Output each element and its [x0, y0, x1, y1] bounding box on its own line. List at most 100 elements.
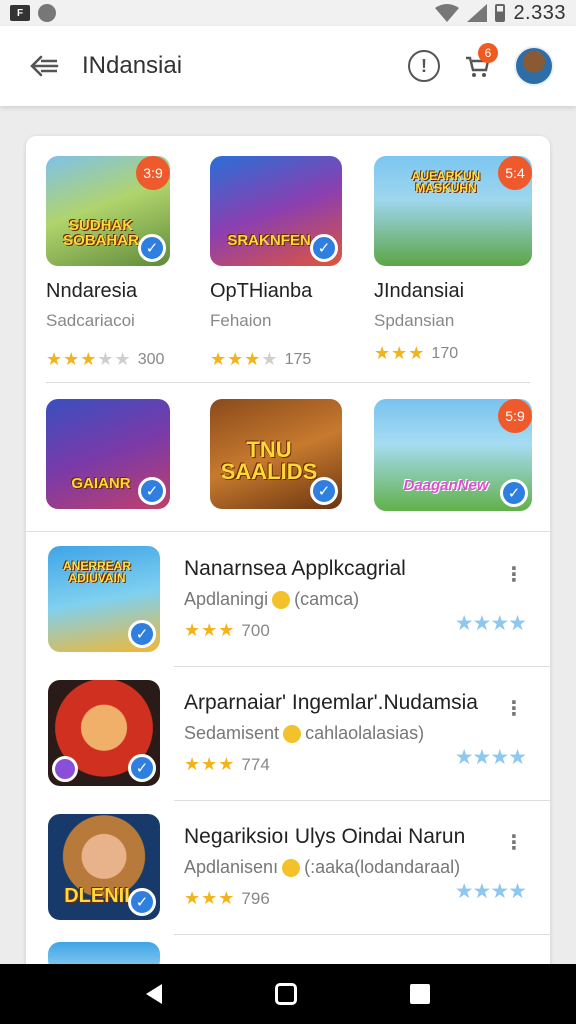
- coin-icon: [282, 859, 301, 878]
- wifi-icon: [435, 4, 460, 22]
- rating-count: 796: [241, 888, 270, 908]
- app-category: (:aaka(lodandaraal): [304, 857, 461, 877]
- grid-row-1: 3:9 SUDHAK SOBAHAR ✓ Nndaresia Sadcariac…: [46, 156, 532, 370]
- app-thumbnail[interactable]: SRAKNFEN ✓: [210, 156, 342, 266]
- notification-icon: F: [10, 5, 30, 21]
- rating-count: 175: [284, 350, 312, 368]
- more-options-icon[interactable]: ⋮: [504, 830, 524, 855]
- list-item[interactable]: ANERREAR ADIUVAIN ✓ Nanarnsea Applkcagri…: [26, 532, 550, 666]
- app-thumbnail[interactable]: 5:9 DaaganNew ✓: [374, 399, 532, 511]
- thumbnail-caption: AUEARKUN MASKUHN: [411, 169, 481, 195]
- star-rating-icon: ★★★: [184, 754, 236, 774]
- thumbnail-caption: SUDHAK SOBAHAR: [63, 217, 139, 249]
- count-badge: 3:9: [136, 156, 170, 190]
- rating-count: 300: [137, 350, 165, 368]
- app-subtitle: Sadcariacoi: [46, 311, 135, 330]
- grid-app-card[interactable]: 5:4 AUEARKUN MASKUHN JIndansiai Spdansia…: [374, 156, 532, 370]
- status-bar: F 2.333: [0, 0, 576, 26]
- cart-button[interactable]: 6: [458, 43, 498, 85]
- list-item[interactable]: DLENII ✓ Negariksioı Ulys Oindai Narun A…: [26, 800, 550, 934]
- more-options-icon[interactable]: ⋮: [504, 562, 524, 587]
- app-title: Negariksioı Ulys Oindai Narun: [184, 825, 466, 848]
- avatar[interactable]: [514, 46, 554, 86]
- coin-icon: [283, 725, 302, 744]
- app-rating: ★★★★★ 300: [46, 349, 202, 370]
- nav-back-icon[interactable]: [146, 984, 163, 1004]
- list-item[interactable]: ✓ Arparnaiar' Ingemlar'.Nudamsia Sedamis…: [26, 666, 550, 800]
- star-rating-icon: ★★★: [184, 620, 236, 640]
- app-category: cahlaolalasias): [305, 723, 425, 743]
- verified-check-icon: ✓: [500, 479, 528, 507]
- more-options-icon[interactable]: ⋮: [504, 696, 524, 721]
- thumbnail-caption: SRAKNFEN: [227, 232, 311, 249]
- verified-check-icon: ✓: [310, 234, 338, 262]
- app-subtitle: Apdlaningi (camca): [184, 589, 550, 610]
- rating-count: 170: [431, 344, 459, 362]
- app-subtitle: Fehaion: [210, 311, 272, 330]
- nav-recent-icon[interactable]: [409, 984, 430, 1004]
- app-subtitle: Spdansian: [374, 311, 455, 330]
- rating-count: 774: [241, 754, 270, 774]
- app-thumbnail[interactable]: 5:4 AUEARKUN MASKUHN: [374, 156, 532, 266]
- nav-home-icon[interactable]: [274, 983, 297, 1005]
- developer-name: Apdlanisenı: [184, 857, 279, 877]
- grid-row-2: GAIANR ✓ TNU SAALIDS ✓ 5:9 DaaganNew ✓: [46, 399, 532, 531]
- system-nav-bar: [0, 964, 576, 1024]
- purple-badge-icon: [52, 756, 78, 782]
- grid-app-card[interactable]: TNU SAALIDS ✓: [210, 399, 366, 511]
- rating-stars-icon: ★★★★: [454, 746, 527, 769]
- app-rating: ★★★ 170: [374, 343, 530, 364]
- star-rating-icon: ★★★: [184, 888, 236, 908]
- status-time: 2.333: [513, 1, 566, 24]
- app-list-card: 3:9 SUDHAK SOBAHAR ✓ Nndaresia Sadcariac…: [26, 136, 550, 976]
- app-thumbnail[interactable]: ✓: [48, 680, 160, 786]
- app-category: (camca): [294, 589, 360, 609]
- rating-stars-icon: ★★★★: [454, 612, 527, 635]
- info-button[interactable]: !: [408, 50, 440, 82]
- back-button[interactable]: [22, 44, 66, 88]
- app-thumbnail[interactable]: GAIANR ✓: [46, 399, 170, 509]
- count-badge: 5:9: [498, 399, 532, 433]
- rating-stars-icon: ★★★★: [454, 880, 527, 903]
- battery-icon: [495, 4, 506, 22]
- app-title: Nndaresia: [46, 280, 138, 302]
- grid-app-card[interactable]: 5:9 DaaganNew ✓: [374, 399, 532, 511]
- back-arrow-icon: [30, 55, 59, 77]
- verified-check-icon: ✓: [310, 477, 338, 505]
- developer-name: Apdlaningi: [184, 589, 269, 609]
- app-subtitle: Apdlanisenı (:aaka(lodandaraal): [184, 857, 550, 878]
- rating-count: 700: [241, 620, 270, 640]
- verified-check-icon: ✓: [128, 754, 156, 782]
- info-icon: !: [421, 55, 427, 76]
- app-thumbnail[interactable]: TNU SAALIDS ✓: [210, 399, 342, 509]
- cart-badge: 6: [478, 43, 498, 63]
- grid-app-card[interactable]: 3:9 SUDHAK SOBAHAR ✓ Nndaresia Sadcariac…: [46, 156, 202, 370]
- app-title: OpTHianba: [210, 280, 313, 302]
- thumbnail-caption: TNU SAALIDS: [220, 437, 318, 484]
- clock-icon: [38, 4, 56, 22]
- app-title: JIndansiai: [374, 280, 465, 302]
- verified-check-icon: ✓: [138, 477, 166, 505]
- grid-app-card[interactable]: SRAKNFEN ✓ OpTHianba Fehaion ★★★★ 175: [210, 156, 366, 370]
- grid-app-card[interactable]: GAIANR ✓: [46, 399, 202, 511]
- thumbnail-caption: GAIANR: [71, 475, 131, 492]
- star-rating-icon: ★★★: [374, 343, 426, 363]
- divider: [46, 382, 530, 383]
- app-title: Nanarnsea Applkcagrial: [184, 557, 406, 580]
- app-thumbnail[interactable]: ANERREAR ADIUVAIN ✓: [48, 546, 160, 652]
- star-rating-icon: ★★★★: [210, 349, 279, 369]
- app-title: Arparnaiar' Ingemlar'.Nudamsia: [184, 691, 478, 714]
- app-thumbnail[interactable]: 3:9 SUDHAK SOBAHAR ✓: [46, 156, 170, 266]
- thumbnail-caption: ANERREAR ADIUVAIN: [62, 559, 131, 585]
- developer-name: Sedamisent: [184, 723, 280, 743]
- verified-check-icon: ✓: [128, 888, 156, 916]
- page-title: INdansiai: [82, 52, 183, 79]
- verified-check-icon: ✓: [138, 234, 166, 262]
- signal-icon: [467, 4, 488, 22]
- app-rating: ★★★★ 175: [210, 349, 366, 370]
- verified-check-icon: ✓: [128, 620, 156, 648]
- star-rating-icon: ★★★★★: [46, 349, 132, 369]
- app-thumbnail[interactable]: DLENII ✓: [48, 814, 160, 920]
- app-list: ANERREAR ADIUVAIN ✓ Nanarnsea Applkcagri…: [26, 531, 550, 974]
- app-bar: INdansiai ! 6: [0, 26, 576, 106]
